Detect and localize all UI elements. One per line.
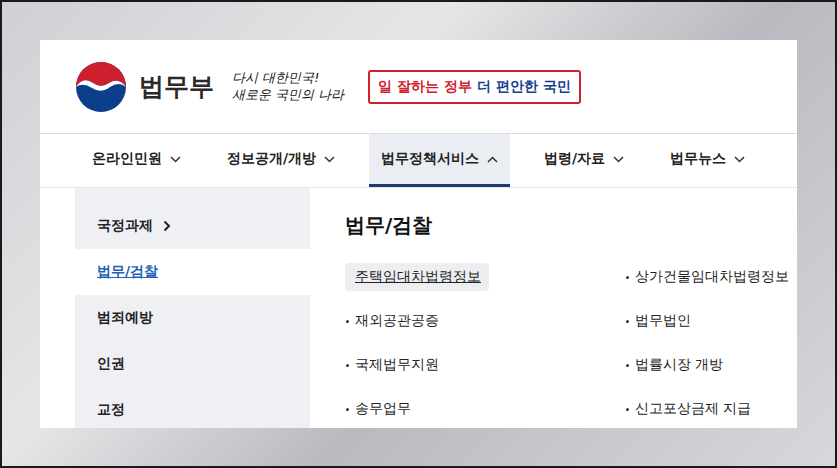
chevron-icon [487,156,498,163]
site-header: 법무부 다시 대한민국!새로운 국민의 나라 일 잘하는 정부 더 편안한 국민 [40,40,797,133]
nav-label: 온라인민원 [92,150,162,168]
logo[interactable]: 법무부 [75,61,214,113]
link-cell: 재외공관공증 [345,299,625,343]
page-background: 법무부 다시 대한민국!새로운 국민의 나라 일 잘하는 정부 더 편안한 국민… [0,0,837,468]
main-nav: 온라인민원 정보공개/개방 법무정책서비스 법령/자료 법무뉴스 [40,133,797,188]
sidebar-label: 인권 [97,355,125,373]
nav-item[interactable]: 법무뉴스 [658,134,757,187]
link-cell: 신고포상금제 지급 [625,387,797,428]
menu-link[interactable]: 주택임대차법령정보 [345,263,489,291]
government-emblem-icon [75,61,127,113]
chevron-icon [170,156,181,163]
sidebar-item[interactable]: 인권 [75,341,310,387]
menu-link[interactable]: 송무업무 [345,395,419,423]
nav-item[interactable]: 온라인민원 [80,134,193,187]
nav-label: 법무뉴스 [670,150,726,168]
motto: 다시 대한민국!새로운 국민의 나라 [232,70,344,104]
menu-link[interactable]: 법무법인 [625,307,699,335]
sidebar-item[interactable]: 법무/검찰 [75,249,310,295]
link-cell: 상가건물임대차법령정보 [625,255,797,299]
chevron-icon [613,156,624,163]
link-cell: 법률시장 개방 [625,343,797,387]
link-cell: 국제법무지원 [345,343,625,387]
menu-link[interactable]: 신고포상금제 지급 [625,395,759,423]
menu-content: 법무/검찰 주택임대차법령정보 상가건물임대차법령정보재외공관공증 법무법인국제법무… [310,188,797,428]
chevron-icon [734,156,745,163]
slogan-blue: 더 편안한 국민 [477,78,571,96]
menu-link[interactable]: 재외공관공증 [345,307,447,335]
sidebar-label: 국정과제 [97,217,153,235]
nav-item[interactable]: 법령/자료 [532,134,636,187]
slogan-red: 일 잘하는 정부 [378,78,472,96]
section-title: 법무/검찰 [345,212,787,239]
link-grid: 주택임대차법령정보상가건물임대차법령정보재외공관공증법무법인국제법무지원법률시장… [345,255,787,428]
nav-item[interactable]: 정보공개/개방 [215,134,347,187]
nav-item[interactable]: 법무정책서비스 [369,134,510,187]
logo-text: 법무부 [139,70,214,103]
sidebar-label: 법무/검찰 [97,263,158,281]
link-cell: 주택임대차법령정보 [345,255,625,299]
motto-line: 다시 대한민국! [232,70,344,87]
link-cell: 송무업무 [345,387,625,428]
sidebar: 국정과제 법무/검찰 범죄예방 인권 교정 [75,188,310,428]
sidebar-label: 범죄예방 [97,309,153,327]
nav-label: 법령/자료 [544,150,605,168]
mega-menu: 국정과제 법무/검찰 범죄예방 인권 교정 법무/검찰 주택임대차법령정보 상가건… [40,188,797,428]
menu-link[interactable]: 국제법무지원 [345,351,447,379]
motto-line: 새로운 국민의 나라 [232,87,344,104]
menu-link[interactable]: 상가건물임대차법령정보 [625,263,797,291]
sidebar-item[interactable]: 교정 [75,387,310,428]
link-cell: 법무법인 [625,299,797,343]
nav-label: 정보공개/개방 [227,150,316,168]
chevron-right-icon [163,220,171,232]
sidebar-label: 교정 [97,401,125,419]
nav-label: 법무정책서비스 [381,150,479,168]
sidebar-item[interactable]: 국정과제 [75,203,310,249]
site-window: 법무부 다시 대한민국!새로운 국민의 나라 일 잘하는 정부 더 편안한 국민… [40,40,797,428]
sidebar-item[interactable]: 범죄예방 [75,295,310,341]
chevron-icon [324,156,335,163]
slogan-badge: 일 잘하는 정부 더 편안한 국민 [368,70,581,104]
menu-link[interactable]: 법률시장 개방 [625,351,731,379]
